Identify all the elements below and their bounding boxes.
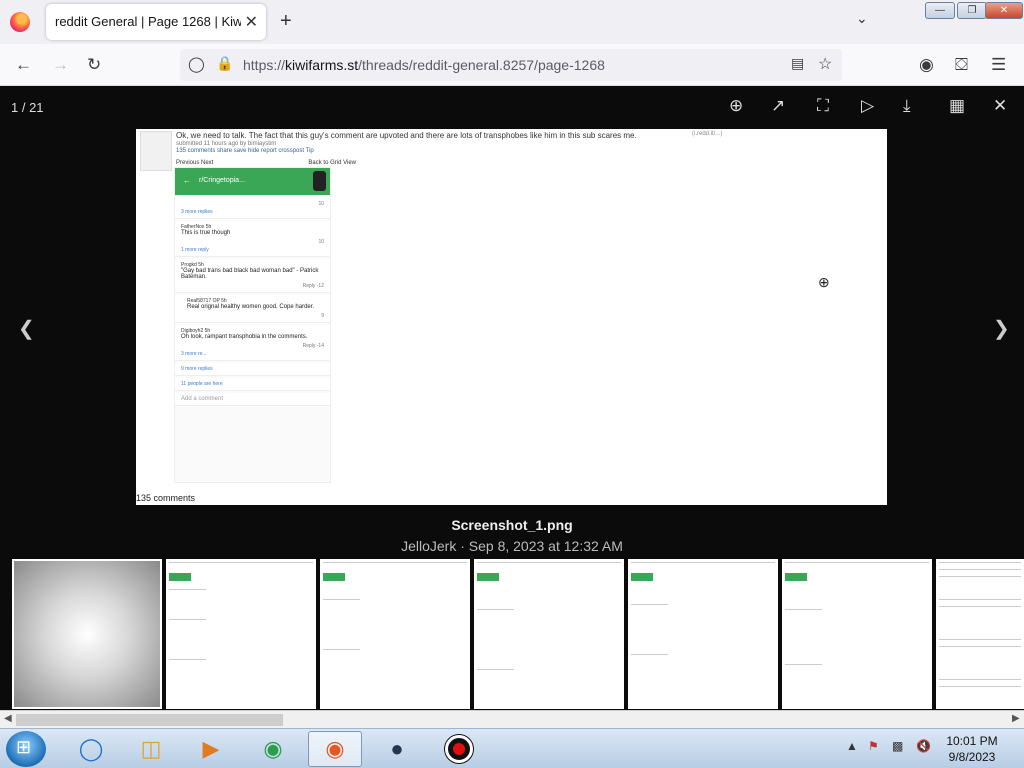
clock-time: 10:01 PM	[946, 734, 998, 748]
image-counter: 1 / 21	[11, 100, 44, 115]
chrome-icon[interactable]: ◉	[246, 731, 300, 767]
reader-view-icon[interactable]: ▤	[791, 55, 804, 72]
restore-button[interactable]: ❐	[957, 2, 987, 19]
tracking-shield-icon[interactable]: ◯	[188, 55, 205, 73]
start-button[interactable]	[6, 731, 46, 767]
firefox-taskbar-icon[interactable]: ◉	[308, 731, 362, 767]
next-image-arrow-icon[interactable]: ❯	[993, 316, 1010, 341]
thumbnail-strip	[0, 559, 1024, 711]
comment: FatherNox 5h This is true though 10 1 mo…	[175, 221, 330, 257]
scroll-right-arrow-icon[interactable]: ▶	[1012, 713, 1020, 724]
tab-bar: reddit General | Page 1268 | Kiwi Farms …	[0, 0, 1024, 44]
record-app-icon[interactable]	[432, 731, 486, 767]
thumbnail-3[interactable]	[320, 559, 470, 709]
thumbnail-2[interactable]	[166, 559, 316, 709]
prev-next-links: Previous Next Back to Grid View	[176, 160, 356, 166]
back-arrow-icon[interactable]: ←	[15, 55, 32, 75]
network-icon[interactable]: ▩	[892, 739, 903, 753]
system-clock[interactable]: 10:01 PM 9/8/2023	[940, 733, 1004, 765]
image-lightbox: 1 / 21 ⊕ ↗ ⛶ ▷ ⤓ ▦ ✕ ❮ ❯ Ok, we need to …	[0, 86, 1024, 710]
close-lightbox-icon[interactable]: ✕	[993, 96, 1007, 116]
lock-icon[interactable]: 🔒	[216, 55, 233, 72]
taskbar: ◯ ◫ ▶ ◉ ◉ ● ▲ ⚑ ▩ 🔇 10:01 PM 9/8/2023	[0, 728, 1024, 768]
show-hidden-icons-icon[interactable]: ▲	[846, 739, 858, 753]
volume-muted-icon[interactable]: 🔇	[916, 739, 931, 753]
fullscreen-icon[interactable]: ⛶	[817, 96, 829, 116]
new-tab-button[interactable]: +	[280, 10, 292, 33]
clock-date: 9/8/2023	[948, 750, 996, 764]
zoom-in-icon[interactable]: ⊕	[729, 96, 743, 116]
comment-count: 135 comments	[136, 493, 196, 503]
thumbnail-1[interactable]	[12, 559, 162, 709]
slideshow-play-icon[interactable]: ▷	[861, 96, 874, 116]
post-links: 135 comments share save hide report cros…	[176, 148, 314, 154]
thumbnail-5[interactable]	[628, 559, 778, 709]
more-replies: 9 more replies	[175, 363, 330, 376]
avatar	[313, 171, 326, 191]
firefox-logo-icon	[10, 12, 30, 32]
reload-icon[interactable]: ↻	[87, 55, 101, 75]
browser-tab[interactable]: reddit General | Page 1268 | Kiwi Farms …	[46, 4, 266, 40]
file-explorer-icon[interactable]: ◫	[124, 731, 178, 767]
bookmark-star-icon[interactable]: ☆	[818, 54, 832, 74]
scroll-left-arrow-icon[interactable]: ◀	[4, 713, 12, 724]
lightbox-image[interactable]: Ok, we need to talk. The fact that this …	[136, 129, 887, 505]
image-filename: Screenshot_1.png	[451, 517, 573, 533]
menu-icon[interactable]: ☰	[991, 55, 1006, 75]
spy-app-icon[interactable]: ●	[370, 731, 424, 767]
forward-arrow-icon[interactable]: →	[52, 55, 69, 75]
subreddit-header: ← r/Cringetopia...	[175, 168, 330, 195]
media-player-icon[interactable]: ▶	[184, 731, 238, 767]
url-bar[interactable]: ◯ 🔒 https://kiwifarms.st/threads/reddit-…	[180, 49, 842, 81]
scrollbar-thumb[interactable]	[16, 714, 283, 726]
thumbnail-7[interactable]	[936, 559, 1024, 709]
window-close-button[interactable]: ✕	[985, 2, 1023, 19]
horizontal-scrollbar[interactable]: ◀ ▶	[0, 710, 1024, 728]
internet-explorer-icon[interactable]: ◯	[64, 731, 118, 767]
comment: Digiboyh2 5h Oh look, rampant transphobi…	[175, 325, 330, 361]
subreddit-name: r/Cringetopia...	[199, 177, 245, 184]
zoom-cursor-icon: ⊕	[818, 274, 830, 290]
add-comment: Add a comment	[175, 393, 330, 406]
image-meta: JelloJerk · Sep 8, 2023 at 12:32 AM	[401, 538, 623, 554]
back-arrow-icon: ←	[183, 176, 191, 185]
download-icon[interactable]: ⤓	[903, 96, 911, 116]
thumbnail-4[interactable]	[474, 559, 624, 709]
url-text[interactable]: https://kiwifarms.st/threads/reddit-gene…	[243, 57, 605, 73]
comment: Real58717 OP 5h Real orignal healthy wom…	[175, 295, 330, 323]
reddit-mobile-screenshot: ← r/Cringetopia... 10 3 more replies Fat…	[174, 167, 331, 483]
pocket-icon[interactable]: ◉	[919, 55, 934, 75]
embedded-thumbnail	[140, 131, 172, 171]
nav-bar: ← → ↻ ◯ 🔒 https://kiwifarms.st/threads/r…	[0, 44, 1024, 86]
submitted-line: submitted 11 hours ago by bimiaystim	[176, 141, 277, 147]
tab-close-icon[interactable]: ✕	[245, 12, 258, 32]
thumbnail-6[interactable]	[782, 559, 932, 709]
comment: 10 3 more replies	[175, 195, 330, 219]
action-center-flag-icon[interactable]: ⚑	[868, 739, 879, 753]
previous-image-arrow-icon[interactable]: ❮	[18, 316, 35, 341]
open-external-icon[interactable]: ↗	[771, 96, 785, 116]
list-tabs-chevron-icon[interactable]: ⌄	[856, 10, 868, 27]
minimize-button[interactable]: —	[925, 2, 955, 19]
image-caption: Ok, we need to talk. The fact that this …	[176, 131, 637, 140]
image-caption-source: (i.redd.it/...)	[692, 131, 723, 137]
tab-title: reddit General | Page 1268 | Kiwi Farms	[55, 14, 241, 29]
thumbnails-grid-icon[interactable]: ▦	[949, 96, 965, 116]
comment: Progkd 5h "Gay bad trans bad black bad w…	[175, 259, 330, 293]
extensions-icon[interactable]: ⛋	[955, 55, 968, 75]
people-here: 11 people are here	[175, 378, 330, 391]
